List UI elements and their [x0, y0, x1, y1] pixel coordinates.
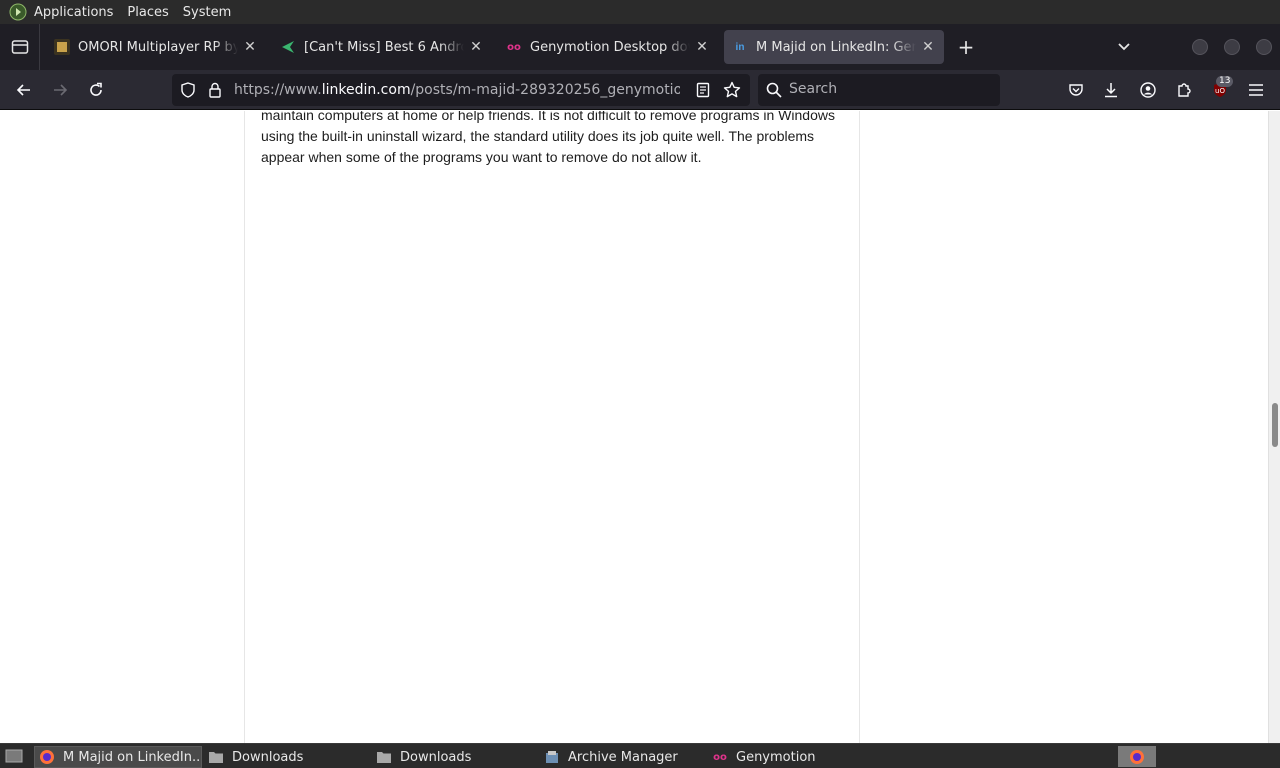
close-icon[interactable]: ✕ [242, 39, 258, 55]
account-icon [1140, 82, 1156, 98]
hamburger-menu-icon [1249, 84, 1263, 96]
distro-logo-icon[interactable] [8, 2, 28, 22]
page-scrollbar[interactable] [1268, 111, 1280, 743]
close-window-button[interactable] [1256, 39, 1272, 55]
search-icon [766, 82, 782, 102]
chevron-down-icon [1118, 43, 1130, 51]
system-menu[interactable]: System [183, 5, 231, 20]
linkedin-post-card: maintain computers at home or help frien… [244, 111, 860, 743]
tab-strip: OMORI Multiplayer RP by Ta ✕ [Can't Miss… [0, 24, 1280, 70]
close-icon[interactable]: ✕ [920, 39, 936, 55]
show-desktop-button[interactable] [2, 745, 26, 767]
pocket-icon [1069, 84, 1083, 96]
green-arrow-favicon [280, 39, 296, 55]
url-path: /posts/m-majid-289320256_genymotion-332 [410, 82, 680, 98]
taskbar-item-firefox[interactable]: M Majid on LinkedIn... [34, 746, 202, 768]
post-body-text: maintain computers at home or help frien… [261, 111, 835, 165]
web-page-content: maintain computers at home or help frien… [0, 111, 1268, 743]
system-panel: Applications Places System [0, 0, 1280, 24]
reload-button[interactable] [80, 74, 112, 106]
genymotion-favicon: oo [507, 41, 521, 53]
plus-icon: + [957, 35, 975, 59]
minimize-button[interactable] [1192, 39, 1208, 55]
close-icon[interactable]: ✕ [694, 39, 710, 55]
omori-favicon [54, 39, 70, 55]
scrollbar-thumb[interactable] [1272, 403, 1278, 447]
applications-menu[interactable]: Applications [34, 5, 113, 20]
new-tab-button[interactable]: + [950, 31, 982, 63]
tab-linkedin[interactable]: in M Majid on LinkedIn: Genym ✕ [724, 30, 944, 64]
reader-view-icon[interactable] [696, 82, 710, 102]
linkedin-favicon: in [735, 41, 745, 53]
taskbar-item-label: Downloads [232, 749, 304, 765]
show-desktop-icon [5, 749, 23, 763]
firefox-view-icon [11, 40, 28, 54]
ublock-badge-count: 13 [1216, 76, 1234, 87]
firefox-icon [1130, 749, 1144, 764]
taskbar: M Majid on LinkedIn... Downloads Downloa… [0, 743, 1280, 768]
taskbar-item-archive-manager[interactable]: Archive Manager [540, 746, 706, 768]
maximize-button[interactable] [1224, 39, 1240, 55]
download-icon [1105, 83, 1117, 98]
folder-icon [376, 749, 392, 765]
taskbar-item-downloads-2[interactable]: Downloads [372, 746, 538, 768]
taskbar-item-label: Archive Manager [568, 749, 678, 765]
puzzle-icon [1178, 83, 1191, 97]
tab-best-android[interactable]: [Can't Miss] Best 6 Android I ✕ [272, 30, 492, 64]
navigation-toolbar: https://www.linkedin.com/posts/m-majid-2… [0, 70, 1280, 110]
forward-button[interactable] [44, 74, 76, 106]
back-button[interactable] [8, 74, 40, 106]
taskbar-item-label: M Majid on LinkedIn... [63, 749, 202, 765]
search-placeholder: Search [789, 81, 838, 97]
url-prefix: https://www. [234, 82, 322, 98]
bookmark-star-icon[interactable] [723, 81, 741, 103]
pocket-button[interactable] [1060, 74, 1092, 106]
reload-icon [90, 82, 102, 96]
downloads-button[interactable] [1095, 74, 1127, 106]
tab-title: OMORI Multiplayer RP by Ta [78, 39, 238, 55]
lock-icon[interactable] [208, 82, 222, 102]
taskbar-item-downloads-1[interactable]: Downloads [204, 746, 370, 768]
extensions-button[interactable] [1168, 74, 1200, 106]
archive-manager-icon [544, 749, 560, 765]
address-bar[interactable]: https://www.linkedin.com/posts/m-majid-2… [172, 74, 750, 106]
tab-omori[interactable]: OMORI Multiplayer RP by Ta ✕ [46, 30, 266, 64]
url-host: linkedin.com [321, 82, 411, 98]
tracking-protection-shield-icon[interactable] [180, 82, 196, 102]
tab-genymotion[interactable]: oo Genymotion Desktop downl ✕ [498, 30, 718, 64]
url-text[interactable]: https://www.linkedin.com/posts/m-majid-2… [234, 82, 680, 98]
taskbar-item-label: Downloads [400, 749, 472, 765]
forward-arrow-icon [54, 83, 68, 96]
places-menu[interactable]: Places [127, 5, 168, 20]
list-all-tabs-button[interactable] [1112, 31, 1136, 63]
genymotion-icon: oo [713, 751, 727, 763]
folder-icon [208, 749, 224, 765]
tab-title: Genymotion Desktop downl [530, 39, 690, 55]
back-arrow-icon [16, 83, 30, 96]
tab-title: [Can't Miss] Best 6 Android I [304, 39, 464, 55]
taskbar-item-genymotion[interactable]: oo Genymotion [708, 746, 874, 768]
svg-text:uO: uO [1215, 87, 1225, 95]
firefox-view-button[interactable] [0, 24, 40, 70]
taskbar-item-label: Genymotion [736, 749, 816, 765]
close-icon[interactable]: ✕ [468, 39, 484, 55]
firefox-icon [39, 749, 55, 765]
search-bar[interactable]: Search [758, 74, 1000, 106]
tab-title: M Majid on LinkedIn: Genym [756, 39, 916, 55]
account-button[interactable] [1132, 74, 1164, 106]
workspace-switcher[interactable] [1118, 746, 1156, 767]
app-menu-button[interactable] [1240, 74, 1272, 106]
